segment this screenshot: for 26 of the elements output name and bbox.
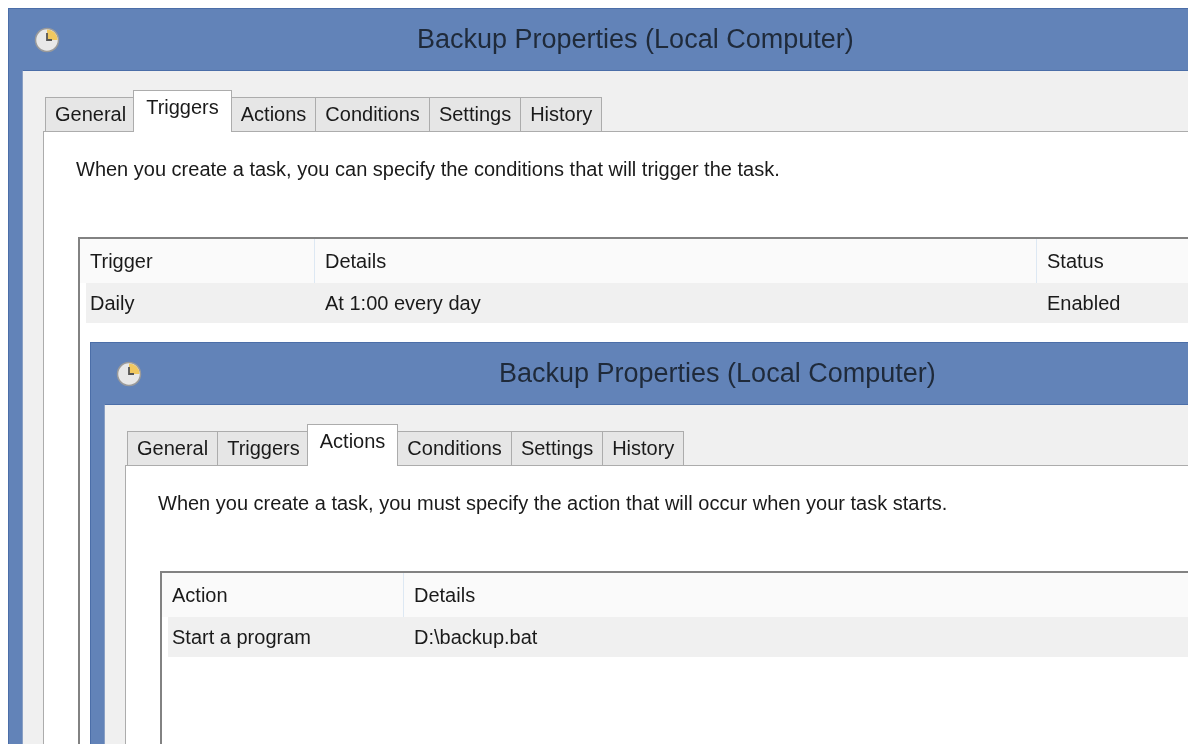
tab[interactable]: Settings <box>510 431 604 465</box>
window-title: Backup Properties (Local Computer) <box>499 358 936 389</box>
tab[interactable]: Actions <box>230 97 317 131</box>
clock-icon <box>34 26 60 53</box>
table-row[interactable]: Daily At 1:00 every day Enabled <box>86 283 1188 323</box>
table-cell: At 1:00 every day <box>325 291 481 315</box>
clock-icon <box>116 360 142 387</box>
tab[interactable]: Conditions <box>397 431 512 465</box>
tab[interactable]: History <box>602 431 685 465</box>
table-cell: Start a program <box>172 625 311 649</box>
window-title: Backup Properties (Local Computer) <box>417 24 854 55</box>
description-text: When you create a task, you can specify the conditions that will trigger the task. <box>76 158 781 181</box>
tab[interactable]: Triggers <box>217 431 310 465</box>
tab[interactable]: Triggers <box>133 90 232 132</box>
tab[interactable]: Actions <box>306 424 399 466</box>
table-row[interactable]: Start a program D:\backup.bat <box>168 617 1188 657</box>
column-header[interactable]: Details <box>404 573 1188 617</box>
tab[interactable]: History <box>520 97 603 131</box>
table-cell: D:\backup.bat <box>414 625 538 649</box>
tab[interactable]: General <box>127 431 219 465</box>
column-header[interactable]: Status <box>1037 239 1188 283</box>
tab[interactable]: Settings <box>428 97 522 131</box>
tab[interactable]: Conditions <box>315 97 430 131</box>
description-text: When you create a task, you must specify the action that will occur when your task starts. <box>158 492 949 515</box>
table-cell: Enabled <box>1047 291 1121 315</box>
table-cell: Daily <box>90 291 135 315</box>
